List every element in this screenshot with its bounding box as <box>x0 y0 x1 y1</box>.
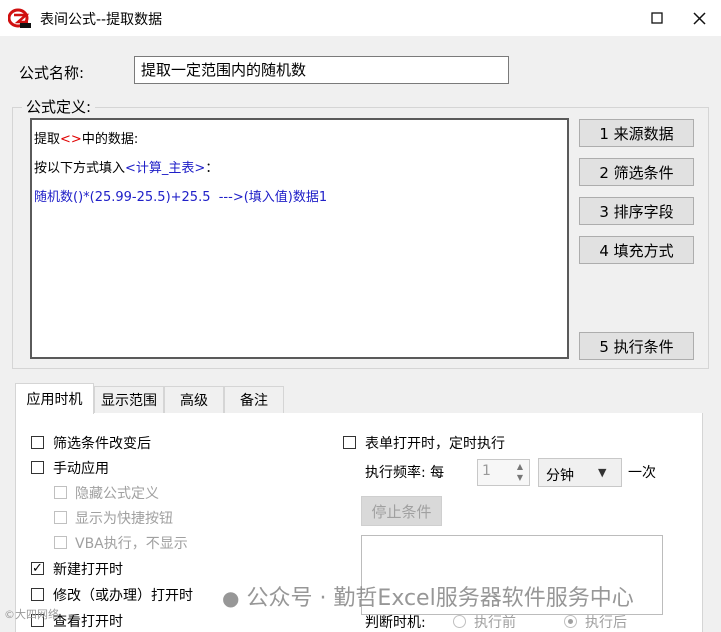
window-title: 表间公式--提取数据 <box>40 12 163 28</box>
judge-after-label: 执行后 <box>585 615 627 631</box>
tab-advanced[interactable]: 高级 <box>164 386 224 413</box>
vba-hidden-checkbox <box>54 536 67 549</box>
judge-before-label: 执行前 <box>474 615 516 631</box>
judge-timing-label: 判断时机: <box>365 615 426 631</box>
tab-notes[interactable]: 备注 <box>224 386 284 413</box>
stop-condition-button: 停止条件 <box>361 496 442 526</box>
filter-condition-button[interactable]: 2 筛选条件 <box>579 158 694 186</box>
fill-method-button[interactable]: 4 填充方式 <box>579 236 694 264</box>
new-open-checkbox[interactable]: ✓ <box>31 562 44 575</box>
formula-name-input[interactable]: 提取一定范围内的随机数 <box>134 56 509 84</box>
edit-open-checkbox[interactable] <box>31 588 44 601</box>
spinner-arrows-icon[interactable]: ▲ ▼ <box>512 461 528 483</box>
definition-line-source: 提取<>中的数据: <box>34 132 139 147</box>
formula-name-label: 公式名称: <box>19 64 85 82</box>
frequency-label: 执行频率: 每 <box>365 465 445 481</box>
frequency-suffix: 一次 <box>628 465 656 481</box>
frequency-unit-value: 分钟 <box>546 468 574 484</box>
close-button[interactable] <box>684 4 714 32</box>
manual-apply-label: 手动应用 <box>53 461 109 477</box>
show-shortcut-label: 显示为快捷按钮 <box>75 511 173 527</box>
new-open-label: 新建打开时 <box>53 562 123 578</box>
frequency-value: 1 <box>482 463 491 479</box>
chevron-down-icon: ▼ <box>598 466 607 479</box>
filter-change-checkbox[interactable] <box>31 436 44 449</box>
edit-open-label: 修改（或办理）打开时 <box>53 588 193 604</box>
definition-group-label: 公式定义: <box>22 96 96 117</box>
formula-definition-box[interactable]: 提取<>中的数据: 按以下方式填入<计算_主表>： 随机数()*(25.99-2… <box>30 118 569 359</box>
show-shortcut-checkbox <box>54 511 67 524</box>
sort-field-button[interactable]: 3 排序字段 <box>579 197 694 225</box>
watermark-corner: ©大四网络 <box>4 608 59 621</box>
hide-definition-label: 隐藏公式定义 <box>75 486 159 502</box>
manual-apply-checkbox[interactable] <box>31 461 44 474</box>
execute-condition-button[interactable]: 5 执行条件 <box>579 332 694 360</box>
vba-hidden-label: VBA执行，不显示 <box>75 536 188 552</box>
wechat-icon: ● <box>222 586 240 610</box>
judge-before-radio[interactable] <box>453 615 466 628</box>
filter-change-label: 筛选条件改变后 <box>53 436 151 452</box>
timer-checkbox[interactable] <box>343 436 356 449</box>
app-logo-icon <box>7 7 32 29</box>
watermark-text: ● 公众号 · 勤哲Excel服务器软件服务中心 <box>222 586 634 611</box>
maximize-button[interactable] <box>642 4 672 32</box>
hide-definition-checkbox <box>54 486 67 499</box>
view-open-label: 查看打开时 <box>53 614 123 630</box>
judge-after-radio[interactable] <box>564 615 577 628</box>
tab-apply-timing[interactable]: 应用时机 <box>15 383 94 414</box>
timer-label: 表单打开时，定时执行 <box>365 436 505 452</box>
title-bar: 表间公式--提取数据 <box>0 0 721 36</box>
definition-line-target: 按以下方式填入<计算_主表>： <box>34 161 219 176</box>
source-data-button[interactable]: 1 来源数据 <box>579 119 694 147</box>
close-icon <box>692 11 706 25</box>
tab-display-range[interactable]: 显示范围 <box>94 386 164 413</box>
definition-line-expression: 随机数()*(25.99-25.5)+25.5 --->(填入值)数据1 <box>34 190 328 205</box>
